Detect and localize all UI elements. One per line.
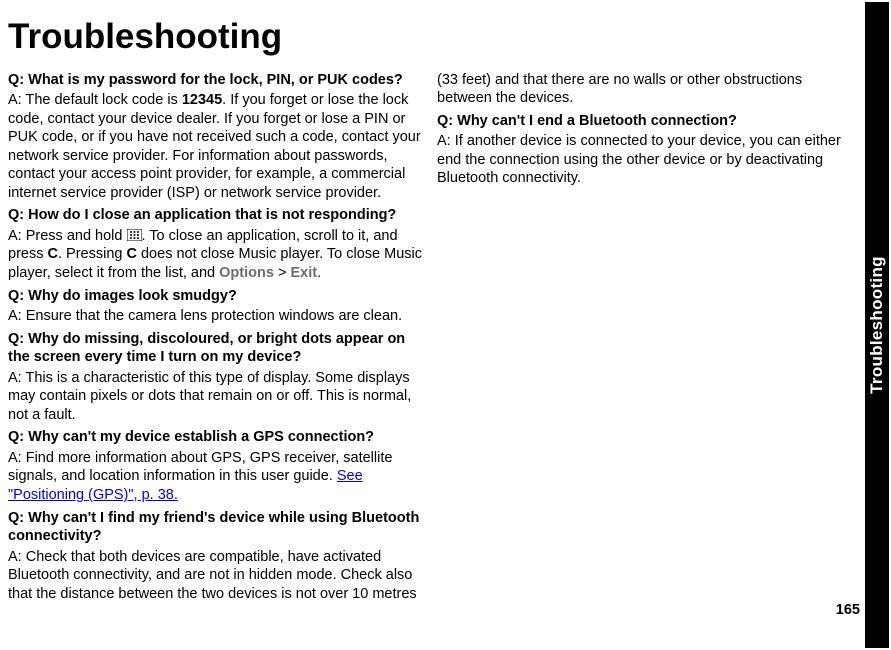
answer-5-text: A: Find more information about GPS, GPS … [8,450,392,485]
answer-1: A: The default lock code is 12345. If yo… [8,91,423,202]
key-c-1: C [48,246,58,262]
question-6: Q: Why can't I find my friend's device w… [8,509,423,546]
question-1: Q: What is my password for the lock, PIN… [8,71,423,90]
page-number: 165 [836,602,860,618]
answer-4: A: This is a characteristic of this type… [8,369,423,425]
question-7: Q: Why can't I end a Bluetooth connectio… [437,112,852,131]
answer-3: A: Ensure that the camera lens protectio… [8,307,423,326]
page-title: Troubleshooting [8,18,852,57]
side-tab-label: Troubleshooting [867,256,887,394]
exit-label: Exit [290,265,317,281]
answer-2: A: Press and hold . To close an applicat… [8,227,423,283]
answer-5: A: Find more information about GPS, GPS … [8,449,423,505]
answer-2-text-5: . [317,265,321,281]
question-2: Q: How do I close an application that is… [8,206,423,225]
gt-separator: > [274,265,291,281]
answer-7: A: If another device is connected to you… [437,132,852,188]
question-4: Q: Why do missing, discoloured, or brigh… [8,330,423,367]
question-5: Q: Why can't my device establish a GPS c… [8,428,423,447]
body-columns: Q: What is my password for the lock, PIN… [8,71,852,639]
menu-key-icon [127,228,142,240]
answer-1-text-cont: . If you forget or lose the lock code, c… [8,92,421,201]
options-label: Options [219,265,274,281]
lock-code-value: 12345 [182,92,222,108]
side-tab: Troubleshooting [865,2,889,648]
answer-2-text-3: . Pressing [58,246,127,262]
page-content: Troubleshooting Q: What is my password f… [0,0,860,650]
answer-1-text: A: The default lock code is [8,92,182,108]
answer-2-text-1: A: Press and hold [8,228,127,244]
question-3: Q: Why do images look smudgy? [8,287,423,306]
key-c-2: C [126,246,136,262]
